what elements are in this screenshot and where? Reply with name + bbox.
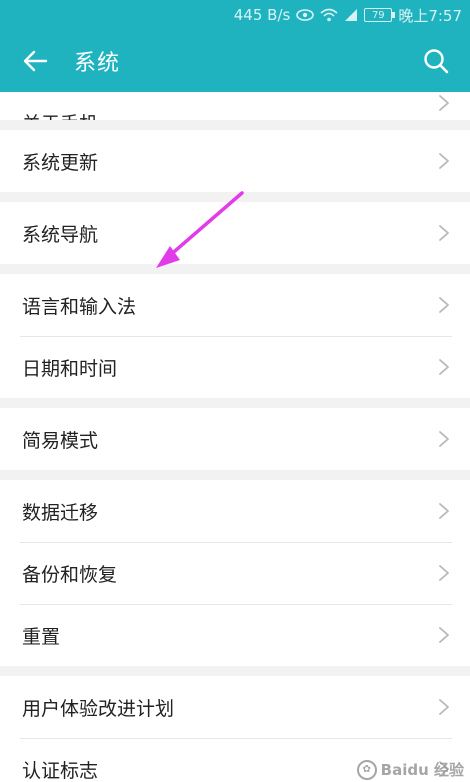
settings-item-label: 数据迁移 [22, 501, 99, 524]
chevron-right-icon [439, 225, 449, 241]
settings-item-label: 重置 [22, 625, 61, 648]
settings-item-label: 简易模式 [22, 429, 99, 452]
settings-item-label: 日期和时间 [22, 357, 118, 380]
chevron-right-icon [439, 359, 449, 375]
settings-item[interactable]: 简易模式 [0, 408, 470, 470]
page-title: 系统 [74, 51, 121, 76]
battery-level: 79 [371, 9, 385, 21]
settings-item-label: 备份和恢复 [22, 563, 118, 586]
status-bar: 445 B/s 79 晚上7:57 [0, 0, 470, 30]
toolbar: 系统 [0, 30, 470, 92]
settings-group: 系统导航 [0, 202, 470, 264]
clock: 晚上7:57 [398, 6, 462, 25]
baidu-watermark: ✿ Baidu 经验 [356, 759, 464, 780]
eye-icon [296, 9, 315, 21]
search-icon [424, 49, 449, 74]
settings-list: 关于手机系统更新系统导航语言和输入法日期和时间简易模式数据迁移备份和恢复重置用户… [0, 92, 470, 782]
app-header: 445 B/s 79 晚上7:57 系统 [0, 0, 470, 92]
settings-item[interactable]: 重置 [0, 604, 470, 666]
settings-item[interactable]: 关于手机 [0, 92, 470, 120]
arrow-left-icon [23, 50, 48, 72]
settings-group: 数据迁移备份和恢复重置 [0, 480, 470, 666]
wifi-icon [320, 8, 338, 22]
group-divider [0, 398, 470, 408]
settings-group: 语言和输入法 日期和时间 [0, 274, 470, 398]
settings-item-label: 语言和输入法 [22, 295, 137, 318]
settings-item-label: 系统导航 [22, 223, 99, 246]
back-button[interactable] [0, 30, 70, 92]
chevron-right-icon [439, 565, 449, 581]
group-divider [0, 470, 470, 480]
settings-group: 关于手机 [0, 92, 470, 120]
paw-icon: ✿ [356, 759, 377, 780]
watermark-text: Baidu 经验 [380, 761, 464, 779]
search-button[interactable] [416, 41, 456, 81]
settings-group: 简易模式 [0, 408, 470, 470]
settings-item[interactable]: 备份和恢复 [0, 542, 470, 604]
settings-item[interactable]: 语言和输入法 [0, 274, 470, 336]
group-divider [0, 666, 470, 676]
settings-item[interactable]: 数据迁移 [0, 480, 470, 542]
chevron-right-icon [439, 95, 449, 111]
settings-item[interactable]: 用户体验改进计划 [0, 676, 470, 738]
settings-item[interactable]: 日期和时间 [0, 336, 470, 398]
chevron-right-icon [439, 153, 449, 169]
network-speed: 445 B/s [233, 6, 291, 24]
group-divider [0, 264, 470, 274]
settings-group: 系统更新 [0, 130, 470, 192]
battery-icon: 79 [364, 8, 396, 22]
settings-item[interactable]: 系统导航 [0, 202, 470, 264]
settings-item-label: 用户体验改进计划 [22, 697, 175, 720]
group-divider [0, 120, 470, 130]
cellular-signal-icon [344, 8, 358, 22]
chevron-right-icon [439, 503, 449, 519]
chevron-right-icon [439, 699, 449, 715]
settings-item[interactable]: 系统更新 [0, 130, 470, 192]
group-divider [0, 192, 470, 202]
settings-item-label: 系统更新 [22, 151, 99, 174]
chevron-right-icon [439, 431, 449, 447]
chevron-right-icon [439, 627, 449, 643]
chevron-right-icon [439, 297, 449, 313]
settings-item-label: 认证标志 [22, 759, 99, 782]
settings-item-label: 关于手机 [22, 109, 98, 120]
